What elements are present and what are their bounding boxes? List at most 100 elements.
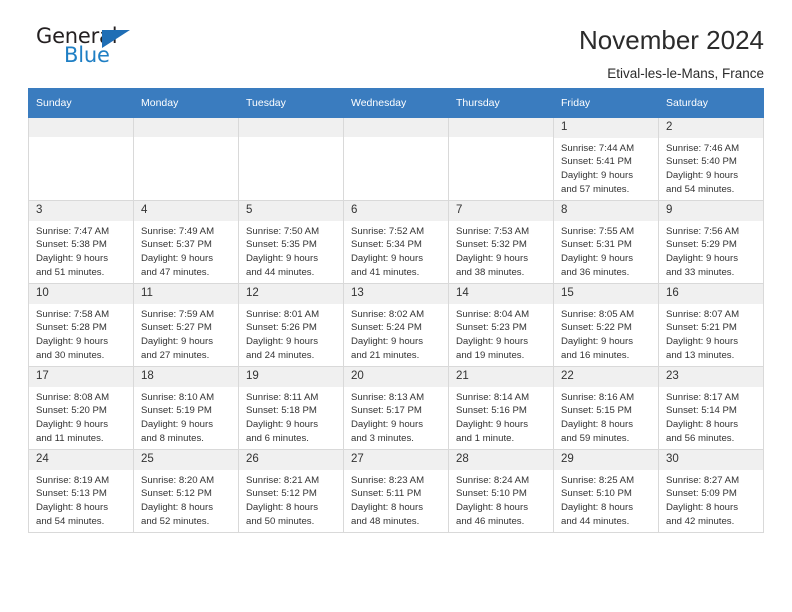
sunrise-text: Sunrise: 7:47 AM [36,225,110,237]
sunset-text: Sunset: 5:34 PM [351,239,422,251]
sunrise-text: Sunrise: 7:53 AM [456,225,530,237]
sunset-text: Sunset: 5:38 PM [36,239,107,251]
day-details: Sunrise: 7:58 AM Sunset: 5:28 PM Daylight:… [29,304,133,362]
daylight-text-line1: Daylight: 9 hours [351,253,423,265]
calendar-day-cell-empty [28,117,134,201]
calendar-day-cell[interactable]: 30 Sunrise: 8:27 AM Sunset: 5:09 PM Dayligh… [658,449,764,533]
daylight-text-line2: and 44 minutes. [246,266,315,278]
daylight-text-line2: and 21 minutes. [351,349,420,361]
sunset-text: Sunset: 5:12 PM [141,488,212,500]
calendar-day-cell[interactable]: 23 Sunrise: 8:17 AM Sunset: 5:14 PM Dayligh… [658,366,764,450]
day-details: Sunrise: 8:07 AM Sunset: 5:21 PM Daylight:… [659,304,763,362]
calendar-day-cell[interactable]: 28 Sunrise: 8:24 AM Sunset: 5:10 PM Dayligh… [448,449,554,533]
calendar-day-cell[interactable]: 8 Sunrise: 7:55 AM Sunset: 5:31 PM Daylight… [553,200,659,284]
day-number: 25 [134,450,238,470]
daylight-text-line2: and 44 minutes. [561,515,630,527]
calendar-day-cell[interactable]: 29 Sunrise: 8:25 AM Sunset: 5:10 PM Dayligh… [553,449,659,533]
calendar-day-cell[interactable]: 16 Sunrise: 8:07 AM Sunset: 5:21 PM Dayligh… [658,283,764,367]
sunrise-text: Sunrise: 8:02 AM [351,308,425,320]
weekday-header-sunday: Sunday [28,88,134,118]
sunrise-text: Sunrise: 7:58 AM [36,308,110,320]
sunset-text: Sunset: 5:32 PM [456,239,527,251]
calendar-day-cell[interactable]: 19 Sunrise: 8:11 AM Sunset: 5:18 PM Dayligh… [238,366,344,450]
day-number: 28 [449,450,553,470]
sunrise-text: Sunrise: 8:05 AM [561,308,635,320]
day-number: 14 [449,284,553,304]
page-title: November 2024 [579,25,764,55]
day-number [239,118,343,137]
day-cell-inner: 2 Sunrise: 7:46 AM Sunset: 5:40 PM Daylight… [659,118,763,200]
calendar-page: General Blue November 2024 Etival-les-le… [0,0,792,612]
day-cell-inner: 4 Sunrise: 7:49 AM Sunset: 5:37 PM Daylight… [134,201,238,283]
daylight-text-line1: Daylight: 8 hours [561,502,633,514]
day-cell-inner: 26 Sunrise: 8:21 AM Sunset: 5:12 PM Dayligh… [239,450,343,532]
daylight-text-line2: and 56 minutes. [666,432,735,444]
sunset-text: Sunset: 5:24 PM [351,322,422,334]
daylight-text-line2: and 30 minutes. [36,349,105,361]
day-cell-inner: 28 Sunrise: 8:24 AM Sunset: 5:10 PM Dayligh… [449,450,553,532]
day-details: Sunrise: 7:53 AM Sunset: 5:32 PM Daylight:… [449,221,553,279]
daylight-text-line1: Daylight: 9 hours [351,419,423,431]
day-number: 16 [659,284,763,304]
calendar-day-cell[interactable]: 24 Sunrise: 8:19 AM Sunset: 5:13 PM Dayligh… [28,449,134,533]
calendar-day-cell[interactable]: 21 Sunrise: 8:14 AM Sunset: 5:16 PM Dayligh… [448,366,554,450]
day-cell-inner: 8 Sunrise: 7:55 AM Sunset: 5:31 PM Daylight… [554,201,658,283]
sunset-text: Sunset: 5:11 PM [351,488,422,500]
calendar-day-cell[interactable]: 17 Sunrise: 8:08 AM Sunset: 5:20 PM Dayligh… [28,366,134,450]
day-cell-inner: 6 Sunrise: 7:52 AM Sunset: 5:34 PM Daylight… [344,201,448,283]
calendar-day-cell[interactable]: 26 Sunrise: 8:21 AM Sunset: 5:12 PM Dayligh… [238,449,344,533]
sunrise-text: Sunrise: 8:08 AM [36,391,110,403]
calendar-day-cell[interactable]: 13 Sunrise: 8:02 AM Sunset: 5:24 PM Dayligh… [343,283,449,367]
daylight-text-line1: Daylight: 9 hours [141,253,213,265]
daylight-text-line1: Daylight: 9 hours [666,170,738,182]
day-cell-inner: 3 Sunrise: 7:47 AM Sunset: 5:38 PM Daylight… [29,201,133,283]
calendar-day-cell[interactable]: 25 Sunrise: 8:20 AM Sunset: 5:12 PM Dayligh… [133,449,239,533]
calendar-day-cell[interactable]: 18 Sunrise: 8:10 AM Sunset: 5:19 PM Dayligh… [133,366,239,450]
calendar-day-cell[interactable]: 22 Sunrise: 8:16 AM Sunset: 5:15 PM Dayligh… [553,366,659,450]
calendar-day-cell[interactable]: 20 Sunrise: 8:13 AM Sunset: 5:17 PM Dayligh… [343,366,449,450]
daylight-text-line1: Daylight: 8 hours [666,502,738,514]
daylight-text-line1: Daylight: 9 hours [246,419,318,431]
daylight-text-line1: Daylight: 8 hours [666,419,738,431]
calendar-day-cell[interactable]: 1 Sunrise: 7:44 AM Sunset: 5:41 PM Daylight… [553,117,659,201]
calendar-day-cell[interactable]: 7 Sunrise: 7:53 AM Sunset: 5:32 PM Daylight… [448,200,554,284]
calendar-day-cell[interactable]: 14 Sunrise: 8:04 AM Sunset: 5:23 PM Dayligh… [448,283,554,367]
page-subtitle: Etival-les-le-Mans, France [607,65,764,81]
weekday-header-saturday: Saturday [658,88,764,118]
calendar-day-cell[interactable]: 15 Sunrise: 8:05 AM Sunset: 5:22 PM Dayligh… [553,283,659,367]
daylight-text-line2: and 42 minutes. [666,515,735,527]
day-number: 12 [239,284,343,304]
day-cell-inner: 29 Sunrise: 8:25 AM Sunset: 5:10 PM Dayligh… [554,450,658,532]
daylight-text-line1: Daylight: 9 hours [561,253,633,265]
calendar-day-cell[interactable]: 12 Sunrise: 8:01 AM Sunset: 5:26 PM Dayligh… [238,283,344,367]
sunset-text: Sunset: 5:13 PM [36,488,107,500]
calendar-day-cell[interactable]: 9 Sunrise: 7:56 AM Sunset: 5:29 PM Daylight… [658,200,764,284]
calendar-day-cell-empty [343,117,449,201]
sunset-text: Sunset: 5:15 PM [561,405,632,417]
calendar-day-cell[interactable]: 5 Sunrise: 7:50 AM Sunset: 5:35 PM Daylight… [238,200,344,284]
day-details: Sunrise: 8:01 AM Sunset: 5:26 PM Daylight:… [239,304,343,362]
day-number [449,118,553,137]
calendar-day-cell[interactable]: 4 Sunrise: 7:49 AM Sunset: 5:37 PM Daylight… [133,200,239,284]
day-details: Sunrise: 7:56 AM Sunset: 5:29 PM Daylight:… [659,221,763,279]
day-number: 22 [554,367,658,387]
calendar-day-cell[interactable]: 10 Sunrise: 7:58 AM Sunset: 5:28 PM Dayligh… [28,283,134,367]
day-cell-inner: 13 Sunrise: 8:02 AM Sunset: 5:24 PM Dayligh… [344,284,448,366]
sunrise-text: Sunrise: 8:13 AM [351,391,425,403]
general-blue-logo[interactable]: General Blue [28,24,148,72]
sunrise-text: Sunrise: 7:59 AM [141,308,215,320]
day-number: 18 [134,367,238,387]
day-cell-inner: 7 Sunrise: 7:53 AM Sunset: 5:32 PM Daylight… [449,201,553,283]
calendar-day-cell[interactable]: 2 Sunrise: 7:46 AM Sunset: 5:40 PM Daylight… [658,117,764,201]
calendar-day-cell[interactable]: 27 Sunrise: 8:23 AM Sunset: 5:11 PM Dayligh… [343,449,449,533]
day-details: Sunrise: 8:16 AM Sunset: 5:15 PM Daylight:… [554,387,658,445]
calendar-day-cell[interactable]: 11 Sunrise: 7:59 AM Sunset: 5:27 PM Dayligh… [133,283,239,367]
daylight-text-line2: and 19 minutes. [456,349,525,361]
calendar-day-cell[interactable]: 6 Sunrise: 7:52 AM Sunset: 5:34 PM Daylight… [343,200,449,284]
logo-text-blue: Blue [64,43,110,67]
daylight-text-line1: Daylight: 9 hours [666,336,738,348]
day-cell-inner: 27 Sunrise: 8:23 AM Sunset: 5:11 PM Dayligh… [344,450,448,532]
daylight-text-line1: Daylight: 9 hours [246,336,318,348]
calendar-day-cell[interactable]: 3 Sunrise: 7:47 AM Sunset: 5:38 PM Daylight… [28,200,134,284]
sunset-text: Sunset: 5:37 PM [141,239,212,251]
